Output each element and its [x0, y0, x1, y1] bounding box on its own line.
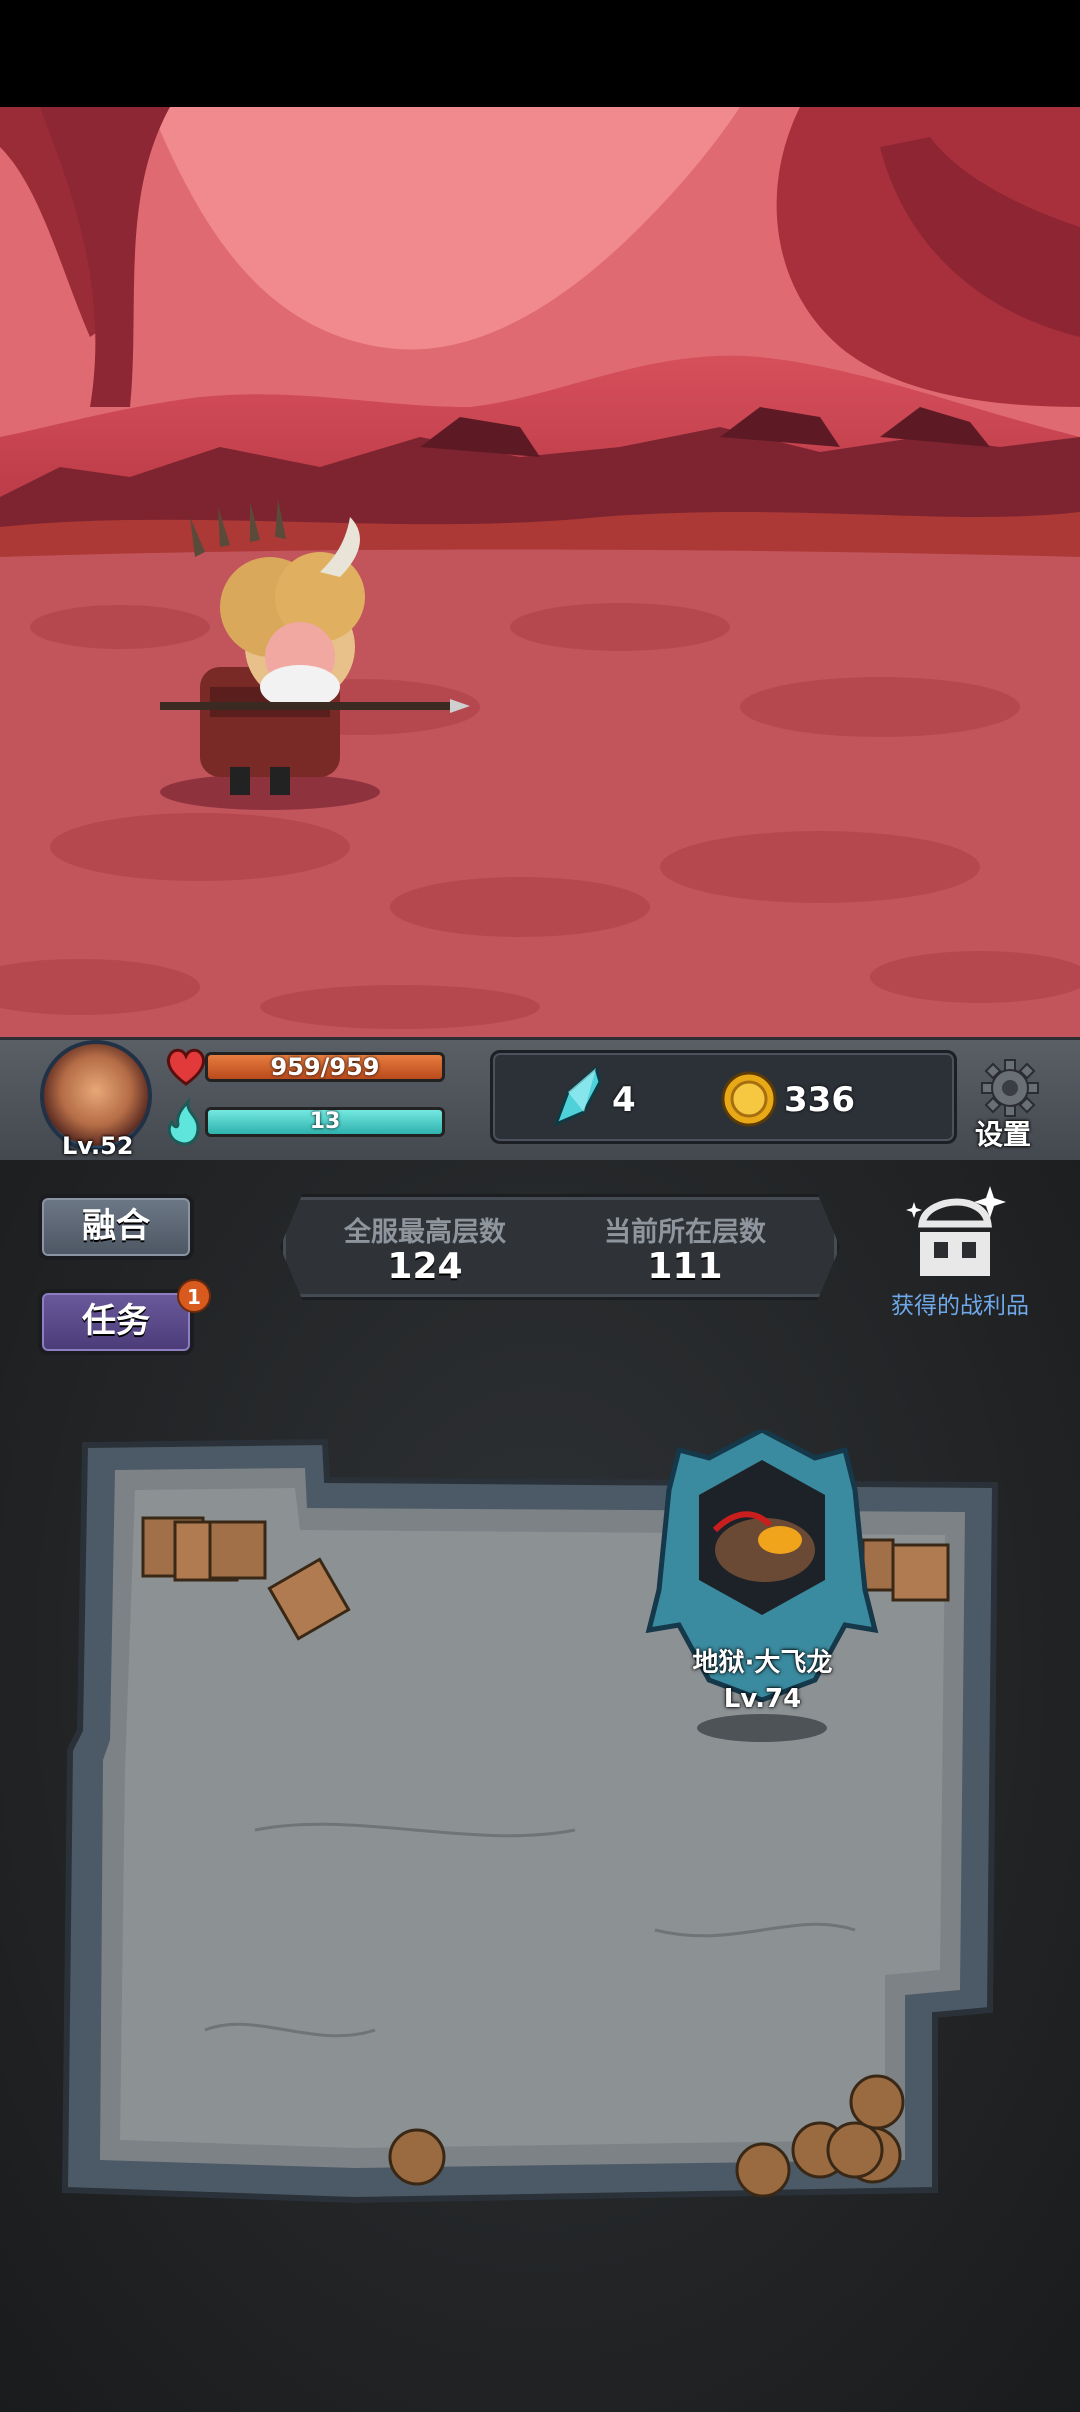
fuse-button[interactable]: 融合: [38, 1194, 194, 1260]
player-level: Lv.52: [62, 1132, 134, 1160]
boss-name[interactable]: 地狱·大飞龙: [680, 1642, 845, 1679]
heart-icon: [166, 1048, 206, 1086]
treasure-chest-icon[interactable]: [900, 1182, 1015, 1282]
boss-level: Lv.74: [723, 1684, 802, 1714]
task-button[interactable]: 任务: [38, 1289, 194, 1355]
settings-label[interactable]: 设置: [975, 1113, 1065, 1151]
hp-text: 959/959: [270, 1053, 380, 1081]
loot-label[interactable]: 获得的战利品: [870, 1286, 1050, 1320]
gold-coin-icon: [721, 1071, 777, 1127]
crystal-icon: [553, 1065, 602, 1127]
mana-text: 13: [309, 1109, 341, 1134]
current-floor-value: 111: [647, 1246, 723, 1287]
gold-coin-count: 336: [784, 1080, 855, 1120]
current-floor-label: 当前所在层数: [604, 1217, 766, 1248]
server-best-floor-label: 全服最高层数: [344, 1217, 506, 1248]
mana-flame-icon: [167, 1098, 200, 1146]
server-best-floor-value: 124: [387, 1246, 463, 1287]
top-black-bar: [0, 0, 1080, 107]
task-badge: 1: [177, 1279, 211, 1313]
crystal-count: 4: [612, 1080, 636, 1120]
settings-gear-icon[interactable]: [980, 1058, 1040, 1118]
dungeon-map: [61, 1430, 999, 2204]
battle-scene: [0, 107, 1080, 1037]
